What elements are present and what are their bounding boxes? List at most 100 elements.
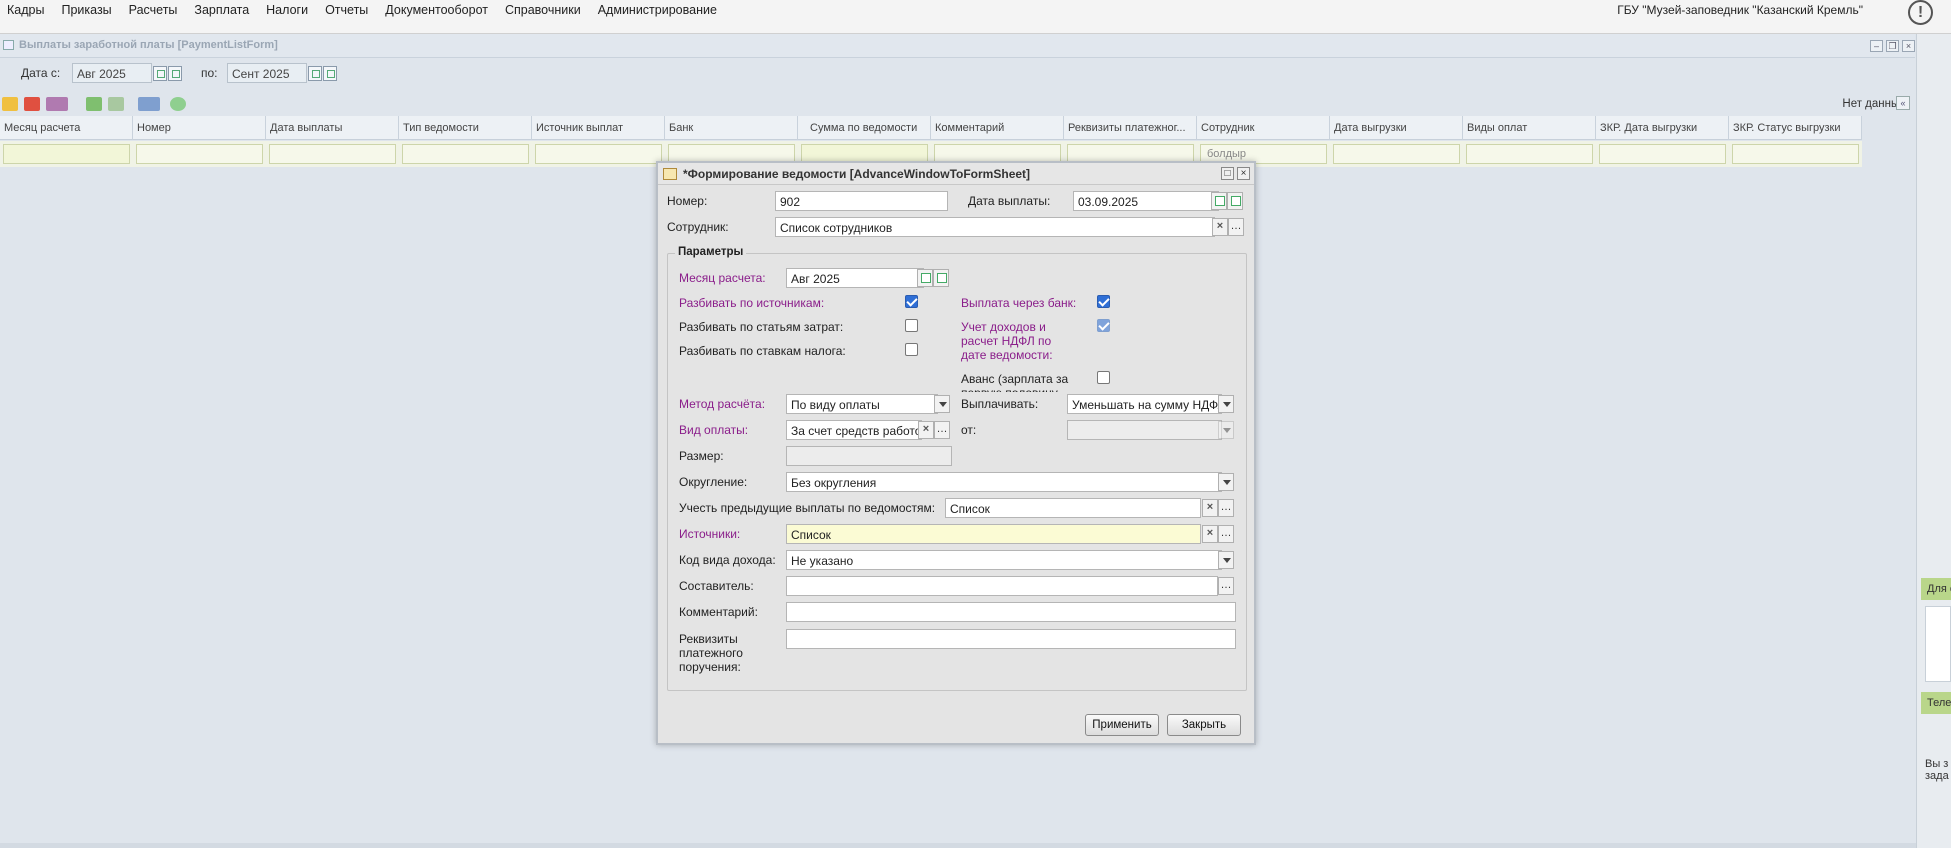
menu-item-zarplata[interactable]: Зарплата	[187, 0, 259, 22]
close-panel-button[interactable]: ×	[1902, 40, 1915, 52]
from-select[interactable]	[1067, 420, 1222, 440]
clear-icon[interactable]: ×	[1202, 525, 1218, 543]
refresh-icon[interactable]	[170, 97, 186, 111]
filter-dropdown[interactable]	[1732, 144, 1859, 164]
chevron-down-icon[interactable]	[1218, 473, 1234, 491]
paytype-input[interactable]: За счет средств работодателя	[786, 420, 922, 440]
calendar-icon[interactable]	[153, 66, 167, 81]
side-tab-1[interactable]: Для с	[1921, 578, 1951, 600]
pay-date-input[interactable]: 03.09.2025	[1073, 191, 1219, 211]
column-header[interactable]: Реквизиты платежног...	[1064, 116, 1197, 140]
clear-icon[interactable]: ×	[1202, 499, 1218, 517]
split-tax-checkbox[interactable]	[905, 343, 918, 356]
side-tab-2[interactable]: Теле	[1921, 692, 1951, 714]
number-input[interactable]: 902	[775, 191, 948, 211]
menu-item-nalogi[interactable]: Налоги	[259, 0, 318, 22]
menu-item-otchety[interactable]: Отчеты	[318, 0, 378, 22]
income-code-select[interactable]: Не указано	[786, 550, 1222, 570]
edit-icon[interactable]	[2, 97, 18, 111]
calendar-reset-icon[interactable]	[933, 269, 949, 287]
calendar-reset-icon[interactable]	[1227, 192, 1243, 210]
print-dropdown-icon[interactable]	[138, 97, 160, 111]
column-header[interactable]: Банк	[665, 116, 798, 140]
filter-input[interactable]	[1466, 144, 1593, 164]
browse-button[interactable]: …	[1218, 577, 1234, 595]
browse-button[interactable]: …	[1218, 525, 1234, 543]
chevron-down-icon[interactable]	[1218, 421, 1234, 439]
approve-all-icon[interactable]	[108, 97, 124, 111]
chevron-down-icon[interactable]	[1218, 395, 1234, 413]
menu-item-documents[interactable]: Документооборот	[378, 0, 498, 22]
employee-input[interactable]: Список сотрудников	[775, 217, 1215, 237]
calendar-icon[interactable]	[917, 269, 933, 287]
method-select[interactable]: По виду оплаты	[786, 394, 938, 414]
column-header[interactable]: ЗКР. Дата выгрузки	[1596, 116, 1729, 140]
collapse-panel-icon[interactable]: «	[1896, 96, 1910, 110]
column-header[interactable]: Дата выгрузки	[1330, 116, 1463, 140]
column-header[interactable]: Номер	[133, 116, 266, 140]
delete-icon[interactable]	[24, 97, 40, 111]
requisites-input[interactable]	[786, 629, 1236, 649]
alert-icon[interactable]: !	[1908, 0, 1933, 25]
apply-button[interactable]: Применить	[1085, 714, 1159, 736]
author-input[interactable]	[786, 576, 1218, 596]
filter-dropdown[interactable]	[402, 144, 529, 164]
clear-icon[interactable]: ×	[1212, 218, 1228, 236]
filter-input[interactable]	[1333, 144, 1460, 164]
bank-pay-checkbox[interactable]	[1097, 295, 1110, 308]
split-costs-checkbox[interactable]	[905, 319, 918, 332]
filter-input[interactable]	[535, 144, 662, 164]
chevron-down-icon[interactable]	[934, 395, 950, 413]
menu-item-kadry[interactable]: Кадры	[0, 0, 54, 22]
actions-dropdown-icon[interactable]	[46, 97, 68, 111]
column-header[interactable]: Виды оплат	[1463, 116, 1596, 140]
column-header[interactable]: ЗКР. Статус выгрузки	[1729, 116, 1862, 140]
date-from-input[interactable]: Авг 2025	[72, 63, 152, 83]
filter-input[interactable]	[3, 144, 130, 164]
column-header[interactable]: Комментарий	[931, 116, 1064, 140]
menu-item-prikazy[interactable]: Приказы	[54, 0, 121, 22]
column-header[interactable]: Источник выплат	[532, 116, 665, 140]
sources-input[interactable]: Список	[786, 524, 1201, 544]
column-header[interactable]: Тип ведомости	[399, 116, 532, 140]
side-message: Вы з задa	[1925, 758, 1949, 782]
close-button[interactable]: Закрыть	[1167, 714, 1241, 736]
calendar-reset-icon[interactable]	[168, 66, 182, 81]
browse-button[interactable]: …	[934, 421, 950, 439]
size-input[interactable]	[786, 446, 952, 466]
filter-input[interactable]	[136, 144, 263, 164]
browse-button[interactable]: …	[1228, 218, 1244, 236]
date-to-input[interactable]: Сент 2025	[227, 63, 307, 83]
split-sources-checkbox[interactable]	[905, 295, 918, 308]
approve-icon[interactable]	[86, 97, 102, 111]
restore-button[interactable]: ❐	[1886, 40, 1899, 52]
filter-input[interactable]	[1599, 144, 1726, 164]
calendar-icon[interactable]	[1211, 192, 1227, 210]
column-header[interactable]: Сумма по ведомости	[798, 116, 931, 140]
side-text-area[interactable]	[1925, 606, 1951, 682]
menu-item-references[interactable]: Справочники	[498, 0, 591, 22]
right-side-panel	[1916, 34, 1951, 848]
column-header[interactable]: Сотрудник	[1197, 116, 1330, 140]
dialog-title-bar: *Формирование ведомости [AdvanceWindowTo…	[658, 163, 1254, 185]
maximize-button[interactable]: □	[1221, 167, 1234, 180]
payout-select[interactable]: Уменьшать на сумму НДФЛ	[1067, 394, 1222, 414]
menu-item-admin[interactable]: Администрирование	[591, 0, 727, 22]
clear-icon[interactable]: ×	[918, 421, 934, 439]
browse-button[interactable]: …	[1218, 499, 1234, 517]
calc-month-input[interactable]: Авг 2025	[786, 268, 924, 288]
comment-input[interactable]	[786, 602, 1236, 622]
column-header[interactable]: Месяц расчета	[0, 116, 133, 140]
calendar-reset-icon[interactable]	[323, 66, 337, 81]
menu-item-raschety[interactable]: Расчеты	[122, 0, 188, 22]
column-header[interactable]: Дата выплаты	[266, 116, 399, 140]
minimize-button[interactable]: –	[1870, 40, 1883, 52]
prev-payments-input[interactable]: Список	[945, 498, 1201, 518]
close-dialog-button[interactable]: ×	[1237, 167, 1250, 180]
calendar-icon[interactable]	[308, 66, 322, 81]
rounding-select[interactable]: Без округления	[786, 472, 1222, 492]
advance-checkbox[interactable]	[1097, 371, 1110, 384]
chevron-down-icon[interactable]	[1218, 551, 1234, 569]
ndfl-checkbox[interactable]	[1097, 319, 1110, 332]
filter-input[interactable]	[269, 144, 396, 164]
